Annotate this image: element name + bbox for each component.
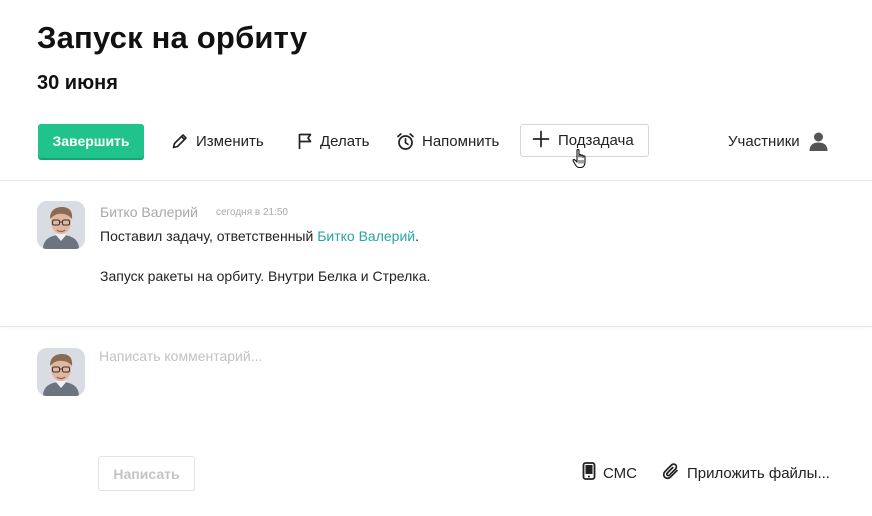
assignee-link[interactable]: Битко Валерий (317, 228, 415, 244)
edit-label: Изменить (196, 132, 264, 150)
post-text-prefix: Поставил задачу, ответственный (100, 228, 318, 244)
attach-files-button[interactable]: Приложить файлы... (662, 462, 830, 484)
plus-icon (532, 130, 558, 152)
post-author[interactable]: Битко Валерий (100, 204, 198, 220)
remind-button[interactable]: Напомнить (396, 128, 499, 154)
edit-button[interactable]: Изменить (171, 128, 264, 154)
sms-label: СМС (603, 464, 637, 482)
finish-button[interactable]: Завершить (38, 124, 144, 158)
comment-input[interactable] (99, 346, 839, 436)
user-icon (800, 131, 829, 151)
subtask-label: Подзадача (558, 132, 634, 149)
send-comment-button[interactable]: Написать (98, 456, 195, 491)
task-date: 30 июня (37, 72, 118, 94)
remind-label: Напомнить (422, 132, 500, 150)
author-avatar[interactable] (37, 201, 85, 249)
flag-icon (297, 132, 320, 150)
hand-pointer-icon (572, 148, 590, 175)
header-divider (0, 180, 872, 181)
task-header: Запуск на орбиту 30 июня Завершить Измен… (0, 0, 872, 180)
do-button[interactable]: Делать (297, 128, 369, 154)
attach-label: Приложить файлы... (687, 464, 830, 482)
post-text: Поставил задачу, ответственный Битко Вал… (100, 228, 419, 244)
phone-icon (582, 462, 603, 484)
post-divider (0, 326, 872, 327)
task-description: Запуск ракеты на орбиту. Внутри Белка и … (100, 268, 431, 284)
alarm-clock-icon (396, 132, 422, 151)
sms-button[interactable]: СМС (582, 462, 637, 484)
task-toolbar: Завершить Изменить Делать Напомнить Подз… (0, 123, 872, 159)
do-label: Делать (320, 132, 370, 150)
members-label: Участники (728, 132, 800, 150)
task-title: Запуск на орбиту (37, 20, 308, 55)
paperclip-icon (662, 462, 687, 484)
members-button[interactable]: Участники (728, 128, 829, 154)
post-text-suffix: . (415, 228, 419, 244)
current-user-avatar (37, 348, 85, 396)
post-timestamp: сегодня в 21:50 (216, 207, 288, 218)
pencil-icon (171, 132, 196, 150)
